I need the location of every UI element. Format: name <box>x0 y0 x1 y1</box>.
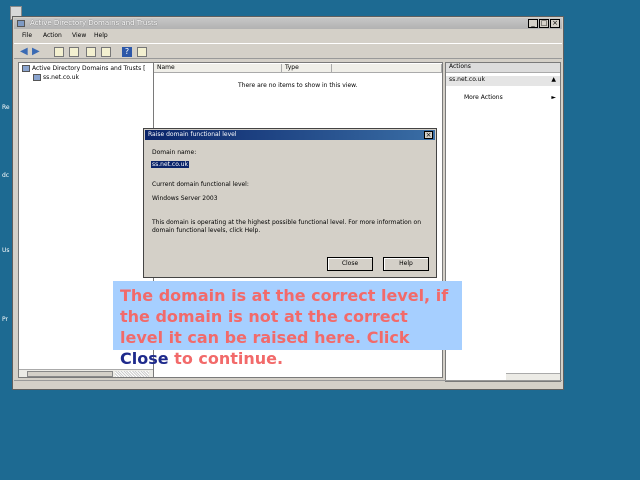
help-icon[interactable]: ? <box>122 47 132 57</box>
toolbar: ◀ ▶ ? <box>14 43 562 59</box>
dialog-close-icon[interactable]: × <box>424 131 433 139</box>
window-title: Active Directory Domains and Trusts <box>30 19 158 27</box>
console-tree-icon[interactable] <box>137 47 147 57</box>
callout-highlight: Close <box>120 349 169 368</box>
callout-text-after: to continue. <box>168 349 284 368</box>
tree-root-label: Active Directory Domains and Trusts [ <box>32 65 146 72</box>
status-bar <box>14 380 562 388</box>
desktop-label: Pr <box>2 316 8 323</box>
actions-section-label: ss.net.co.uk <box>449 76 485 83</box>
desktop-label: dc <box>2 172 10 179</box>
properties-icon[interactable] <box>69 47 79 57</box>
column-header-blank <box>332 64 442 73</box>
tree-horizontal-scrollbar[interactable] <box>19 369 154 377</box>
current-level-label: Current domain functional level: <box>152 181 249 188</box>
folder-up-icon[interactable] <box>54 47 64 57</box>
actions-header: Actions <box>446 63 560 73</box>
menu-bar: File Action View Help <box>14 30 562 41</box>
close-button[interactable]: Close <box>327 257 373 271</box>
export-icon[interactable] <box>86 47 96 57</box>
domain-name-label: Domain name: <box>152 149 197 156</box>
menu-file[interactable]: File <box>22 32 32 39</box>
app-icon <box>17 20 25 27</box>
domain-name-value[interactable]: ss.net.co.uk <box>151 161 189 168</box>
scroll-track <box>115 371 149 377</box>
actions-section[interactable]: ss.net.co.uk ▲ <box>446 76 560 86</box>
desktop-label: Re <box>2 104 10 111</box>
tutorial-callout: The domain is at the correct level, if t… <box>113 281 462 368</box>
collapse-caret-icon[interactable]: ▲ <box>551 76 556 83</box>
maximize-button[interactable]: □ <box>539 19 549 28</box>
forward-arrow-icon[interactable]: ▶ <box>32 47 42 57</box>
dialog-title: Raise domain functional level <box>148 131 237 138</box>
menu-help[interactable]: Help <box>94 32 108 39</box>
back-arrow-icon[interactable]: ◀ <box>20 47 30 57</box>
current-level-value: Windows Server 2003 <box>152 195 218 202</box>
actions-pane: Actions ss.net.co.uk ▲ More Actions ► <box>445 62 561 382</box>
domains-trusts-icon <box>22 65 30 72</box>
window-titlebar[interactable]: Active Directory Domains and Trusts _ □ … <box>14 18 562 29</box>
tree-root-item[interactable]: Active Directory Domains and Trusts [ <box>22 65 145 72</box>
column-header-type[interactable]: Type <box>282 64 332 73</box>
menu-view[interactable]: View <box>72 32 86 39</box>
desktop-label: Us <box>2 247 10 254</box>
menu-action[interactable]: Action <box>43 32 62 39</box>
raise-level-dialog: Raise domain functional level × Domain n… <box>143 128 437 278</box>
more-actions-item[interactable]: More Actions <box>464 94 503 101</box>
dialog-titlebar[interactable]: Raise domain functional level × <box>145 130 435 140</box>
info-text: This domain is operating at the highest … <box>152 219 422 234</box>
tree-domain-label: ss.net.co.uk <box>43 74 79 81</box>
refresh-icon[interactable] <box>101 47 111 57</box>
callout-text-before: The domain is at the correct level, if t… <box>120 286 449 347</box>
scroll-thumb[interactable] <box>27 371 113 377</box>
column-header-name[interactable]: Name <box>154 64 282 73</box>
tree-domain-item[interactable]: ss.net.co.uk <box>33 74 79 81</box>
help-button[interactable]: Help <box>383 257 429 271</box>
submenu-arrow-icon: ► <box>551 94 556 101</box>
close-window-button[interactable]: × <box>550 19 560 28</box>
empty-list-message: There are no items to show in this view. <box>238 82 358 89</box>
domain-icon <box>33 74 41 81</box>
minimize-button[interactable]: _ <box>528 19 538 28</box>
